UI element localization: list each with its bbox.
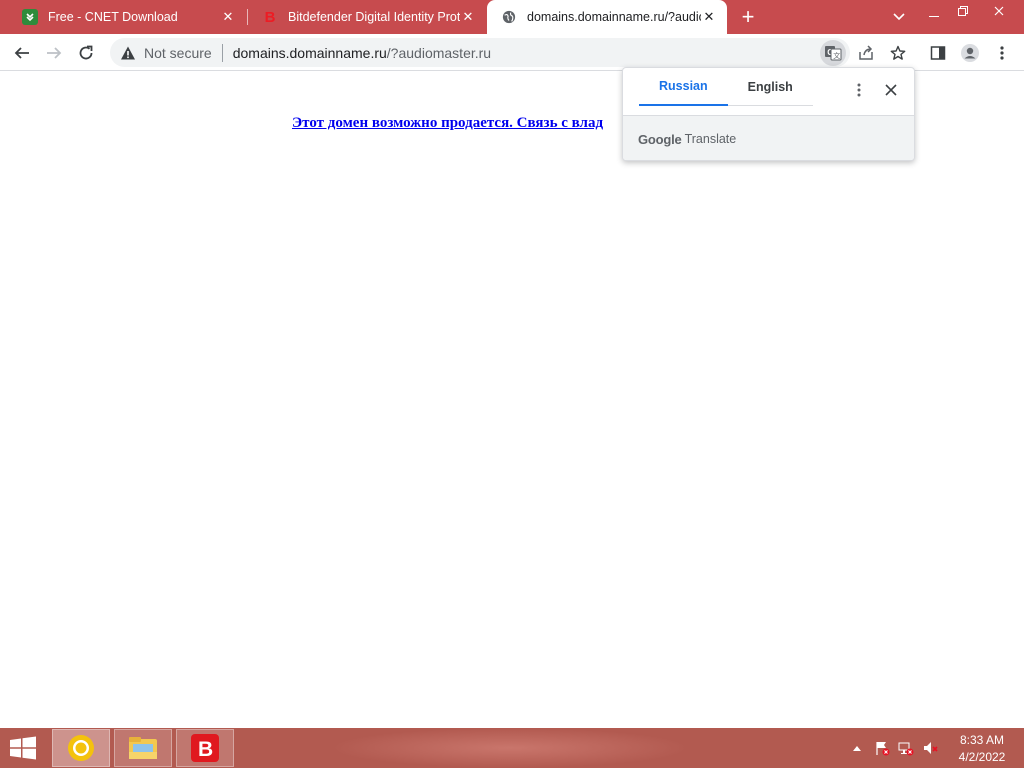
side-panel-icon (930, 46, 946, 60)
globe-icon (501, 9, 517, 25)
tab-search-icon[interactable] (888, 0, 910, 34)
google-translate-footer: Google Translate (623, 115, 914, 160)
tab-source-language[interactable]: Russian (639, 68, 728, 106)
url-path: /?audiomaster.ru (386, 44, 492, 61)
close-icon[interactable]: ✕ (701, 9, 717, 25)
share-icon (859, 45, 873, 60)
tab-strip: Free - CNET Download ✕ B Bitdefender Dig… (0, 0, 1024, 34)
bitdefender-icon: B (264, 8, 276, 26)
show-hidden-icons-icon[interactable] (848, 728, 866, 768)
taskbar-chrome[interactable] (52, 729, 110, 767)
star-icon (890, 45, 906, 60)
close-icon[interactable] (881, 80, 901, 100)
minimize-icon[interactable] (918, 0, 950, 34)
window-close-icon[interactable] (986, 0, 1012, 28)
avatar-icon (961, 44, 979, 62)
translate-options-icon[interactable] (849, 80, 869, 100)
bitdefender-icon: B (191, 734, 219, 762)
security-label: Not secure (144, 44, 212, 61)
bookmark-button[interactable] (884, 39, 912, 67)
reload-icon (79, 45, 93, 60)
windows-logo-icon (10, 736, 36, 760)
tab-title: Free - CNET Download (48, 10, 178, 24)
chrome-icon (68, 735, 94, 761)
url-text[interactable]: domains.domainname.ru/?audiomaster.ru (233, 45, 491, 61)
google-logo: Google (638, 131, 682, 147)
translate-icon[interactable]: G文 (820, 40, 846, 66)
menu-button[interactable] (988, 39, 1016, 67)
translate-bubble: Russian English Google Translate (622, 67, 915, 161)
security-indicator[interactable]: Not secure (110, 45, 212, 61)
tab-bitdefender[interactable]: B Bitdefender Digital Identity Prote ✕ (248, 0, 486, 34)
file-explorer-icon (129, 737, 157, 759)
taskbar-file-explorer[interactable] (114, 729, 172, 767)
omnibox-divider (221, 43, 223, 62)
close-icon[interactable]: ✕ (460, 9, 476, 25)
side-panel-button[interactable] (924, 39, 952, 67)
close-icon[interactable]: ✕ (220, 9, 236, 25)
taskbar-clock[interactable]: 8:33 AM 4/2/2022 (950, 732, 1014, 766)
url-host: domains.domainname.ru (232, 44, 387, 61)
back-button[interactable] (8, 39, 36, 67)
tab-domains-domainname[interactable]: domains.domainname.ru/?audio ✕ (487, 0, 727, 34)
cnet-download-icon (22, 9, 38, 25)
kebab-menu-icon (1000, 46, 1004, 60)
svg-text:文: 文 (833, 51, 840, 60)
clock-time: 8:33 AM (959, 733, 1005, 747)
start-button[interactable] (8, 736, 38, 760)
tab-title: Bitdefender Digital Identity Prote (288, 10, 460, 24)
action-center-flag-icon[interactable] (872, 728, 892, 768)
share-button[interactable] (852, 39, 880, 67)
windows-taskbar: B 8:33 AM 4/2/2022 (0, 728, 1024, 768)
forward-button[interactable] (40, 39, 68, 67)
svg-text:B: B (198, 738, 213, 761)
profile-button[interactable] (956, 39, 984, 67)
restore-icon[interactable] (950, 0, 976, 28)
clock-date: 4/2/2022 (958, 750, 1006, 764)
new-tab-button[interactable]: + (737, 6, 759, 28)
reload-button[interactable] (72, 39, 100, 67)
volume-muted-icon[interactable] (920, 728, 940, 768)
tab-title: domains.domainname.ru/?audio (527, 10, 701, 24)
address-bar[interactable]: Not secure domains.domainname.ru/?audiom… (110, 38, 850, 67)
translate-product-label: Translate (684, 132, 737, 146)
taskbar-bitdefender[interactable]: B (176, 729, 234, 767)
browser-toolbar: Not secure domains.domainname.ru/?audiom… (0, 34, 1024, 71)
domain-for-sale-link[interactable]: Этот домен возможно продается. Связь с в… (292, 115, 603, 132)
back-arrow-icon (14, 47, 29, 59)
language-tabs: Russian English (639, 68, 813, 115)
tab-target-language[interactable]: English (727, 68, 813, 106)
tab-cnet-download[interactable]: Free - CNET Download ✕ (8, 0, 246, 34)
forward-arrow-icon (47, 47, 62, 59)
warning-icon (121, 46, 135, 59)
network-icon[interactable] (896, 728, 916, 768)
